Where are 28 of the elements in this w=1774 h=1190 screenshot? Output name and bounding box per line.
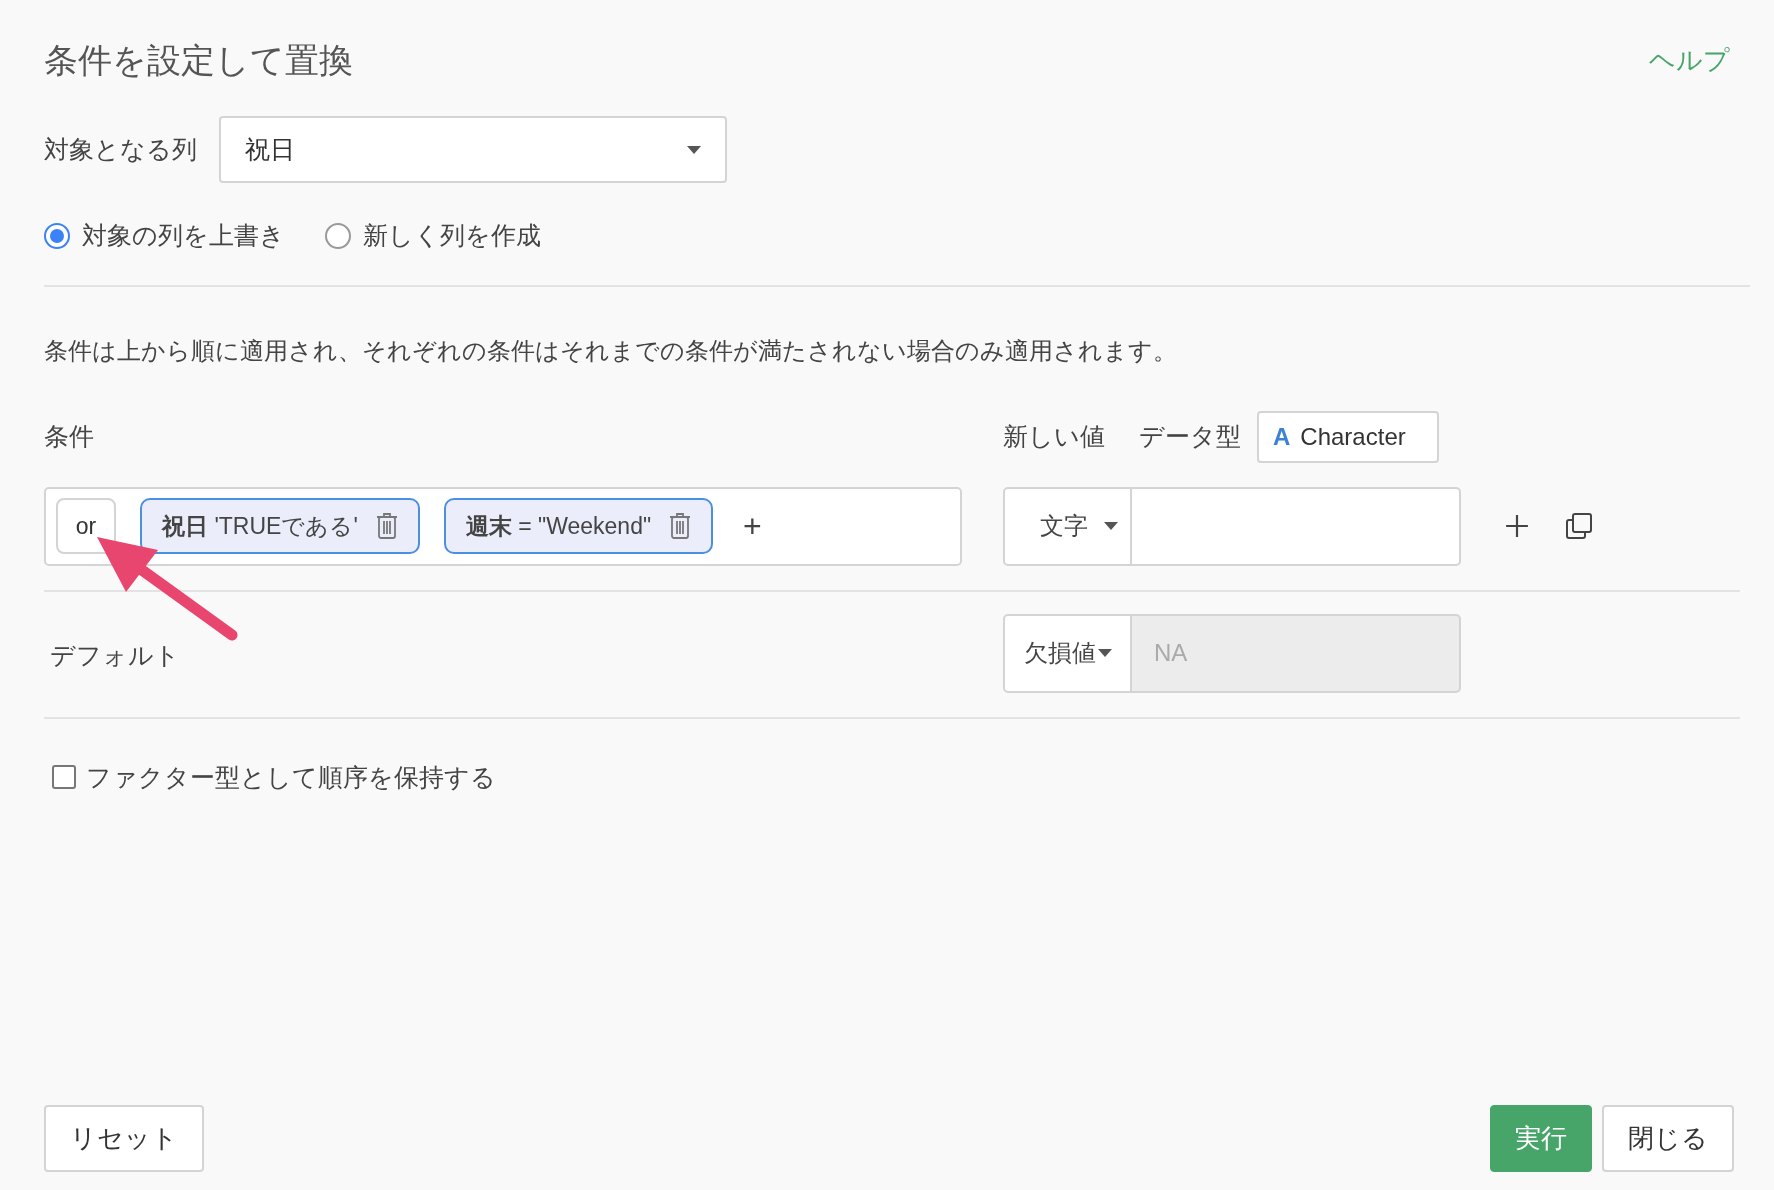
- plus-icon[interactable]: [1505, 514, 1529, 538]
- data-type-label: データ型: [1139, 420, 1241, 452]
- description-text: 条件は上から順に適用され、それぞれの条件はそれまでの条件が満たされない場合のみ適用されます。: [44, 335, 1178, 366]
- caret-icon: [687, 145, 701, 154]
- field-label: 対象となる列: [44, 133, 197, 165]
- dialog-title: 条件を設定して置換: [44, 39, 353, 81]
- add-condition-symbol[interactable]: +: [743, 502, 762, 550]
- new-value-label: 新しい値: [1003, 420, 1105, 452]
- default-label: デフォルト: [49, 640, 181, 672]
- caret-icon: [1104, 522, 1118, 530]
- dialog-button[interactable]: 閉じる: [1602, 1105, 1734, 1172]
- trash-icon[interactable]: [375, 512, 398, 540]
- factor-checkbox-option[interactable]: ファクター型として順序を保持する: [52, 758, 1730, 796]
- copy-icon[interactable]: [1565, 512, 1593, 540]
- radio-option[interactable]: 対象の列を上書き: [44, 217, 285, 255]
- conditions-label: 条件: [44, 420, 95, 452]
- radio-option[interactable]: 新しく列を作成: [325, 217, 541, 255]
- value-input-field[interactable]: [1132, 486, 1461, 566]
- operator-button[interactable]: or: [56, 498, 116, 554]
- value-type-dropdown[interactable]: 文字: [1003, 486, 1132, 566]
- column-dropdown[interactable]: 祝日: [219, 116, 727, 183]
- data-type-button[interactable]: A Character: [1257, 410, 1439, 463]
- trash-icon[interactable]: [669, 512, 692, 540]
- condition-chip[interactable]: 週末 = "Weekend": [443, 498, 714, 554]
- dialog-button[interactable]: リセット: [44, 1105, 204, 1172]
- checkbox[interactable]: [52, 765, 76, 790]
- condition-chip[interactable]: 祝日 'TRUEである': [140, 498, 420, 554]
- caret-icon: [1097, 649, 1112, 657]
